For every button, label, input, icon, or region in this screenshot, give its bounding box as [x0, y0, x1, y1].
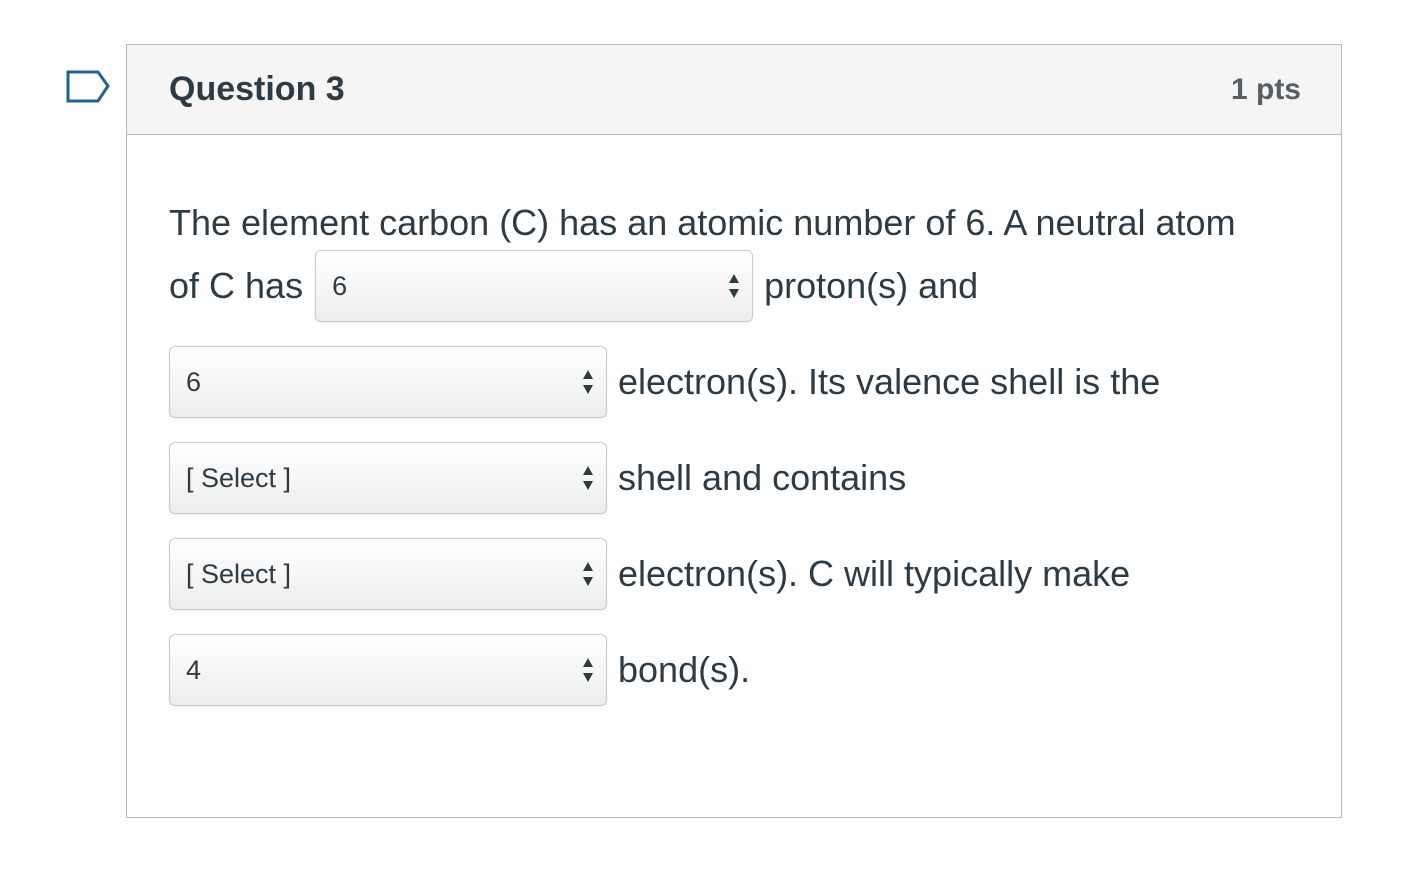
question-intro-text: The element carbon (C) has an atomic num…	[169, 202, 1236, 243]
bonds-select[interactable]: 4	[169, 634, 607, 706]
question-header: Question 3 1 pts	[127, 45, 1341, 135]
question-points: 1 pts	[1230, 72, 1301, 106]
question-title: Question 3	[169, 70, 345, 108]
protons-prefix-text: of C has	[169, 265, 304, 306]
valence-electrons-select[interactable]: [ Select ]	[169, 538, 607, 610]
sort-caret-icon	[583, 466, 593, 490]
question-text-line-3: 6 electron(s). Its valence shell is the	[169, 346, 1160, 418]
valence-electrons-select-value: [ Select ]	[186, 558, 292, 589]
question-text-line-6: 4 bond(s).	[169, 634, 750, 706]
valence-shell-select-value: [ Select ]	[186, 462, 292, 493]
sort-caret-icon	[729, 274, 740, 298]
sort-caret-icon	[583, 658, 593, 682]
electrons-select-value: 6	[186, 366, 202, 397]
valence-electrons-suffix-text: electron(s). C will typically make	[618, 553, 1131, 594]
electrons-select[interactable]: 6	[169, 346, 607, 418]
question-text-line-4: [ Select ] shell and contains	[169, 442, 906, 514]
protons-select[interactable]: 6	[315, 250, 754, 322]
question-card: Question 3 1 pts The element carbon (C) …	[126, 44, 1342, 818]
question-text-line-5: [ Select ] electron(s). C will typically…	[169, 538, 1130, 610]
bonds-select-value: 4	[186, 654, 202, 685]
question-text-line-1: The element carbon (C) has an atomic num…	[169, 195, 1236, 251]
question-text-line-2: of C has 6 proton(s) and	[169, 250, 978, 322]
bonds-suffix-text: bond(s).	[618, 649, 751, 690]
protons-select-value: 6	[332, 270, 348, 301]
valence-shell-select[interactable]: [ Select ]	[169, 442, 607, 514]
flag-question-icon[interactable]	[66, 70, 110, 104]
sort-caret-icon	[583, 370, 593, 394]
sort-caret-icon	[583, 562, 593, 586]
protons-suffix-text: proton(s) and	[764, 265, 979, 306]
electrons-suffix-text: electron(s). Its valence shell is the	[618, 361, 1161, 402]
valence-shell-suffix-text: shell and contains	[618, 457, 907, 498]
